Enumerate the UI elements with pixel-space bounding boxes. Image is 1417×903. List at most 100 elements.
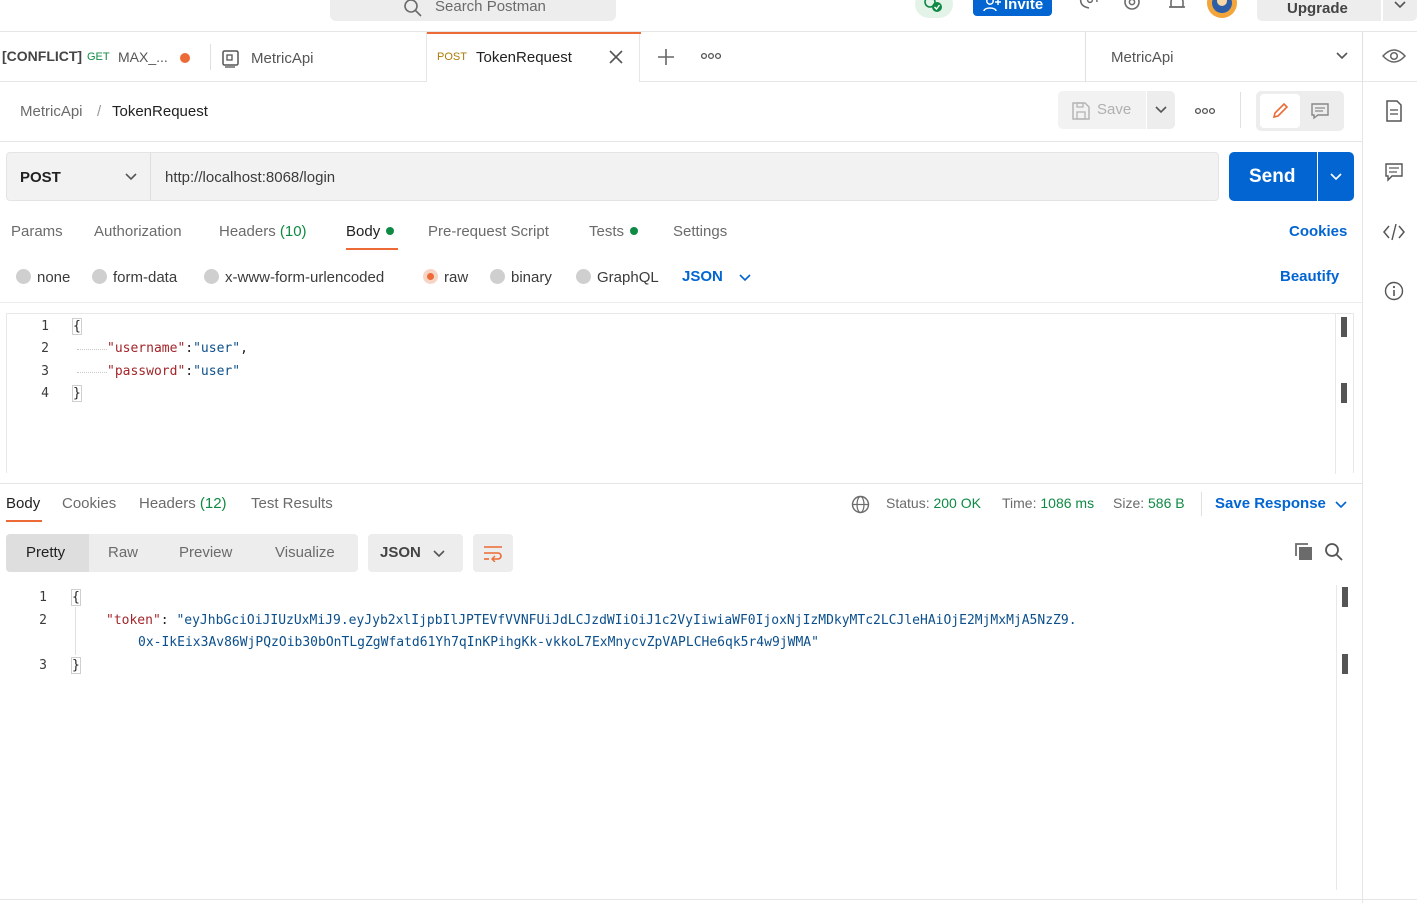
scrollbar-thumb[interactable] xyxy=(1342,587,1348,607)
code-brace: } xyxy=(71,657,81,674)
wrap-lines-button[interactable] xyxy=(473,534,513,572)
radio-binary[interactable] xyxy=(490,269,505,284)
view-visualize-button[interactable]: Visualize xyxy=(275,534,355,572)
line-number: 3 xyxy=(39,658,47,673)
more-actions-icon[interactable] xyxy=(1195,106,1215,116)
radio-raw[interactable] xyxy=(423,269,438,284)
response-format-label: JSON xyxy=(380,544,421,561)
tab-conflict-max[interactable]: [CONFLICT] GET MAX_... xyxy=(0,32,210,82)
method-select[interactable]: POST xyxy=(6,152,151,201)
wrap-lines-icon xyxy=(483,544,503,562)
radio-form-data[interactable] xyxy=(92,269,107,284)
view-preview-button[interactable]: Preview xyxy=(179,534,249,572)
tab-tests[interactable]: Tests xyxy=(589,223,639,240)
search-icon xyxy=(403,0,423,18)
view-raw-button[interactable]: Raw xyxy=(108,534,158,572)
invite-button[interactable]: Invite xyxy=(973,0,1052,16)
tab-prerequest-script[interactable]: Pre-request Script xyxy=(428,223,549,240)
scrollbar-thumb[interactable] xyxy=(1341,383,1347,403)
beautify-link[interactable]: Beautify xyxy=(1280,268,1339,285)
json-string-wrapped: 0x-IkEix3Av86WjPQzOib30bOnTLgZgWfatd61Yh… xyxy=(138,635,819,650)
active-tab-indicator xyxy=(6,520,42,522)
satellite-icon[interactable] xyxy=(1076,0,1100,14)
time-display: Time: 1086 ms xyxy=(1002,495,1094,511)
request-body-editor[interactable]: 1 2 3 4 { "username":"user", "password":… xyxy=(6,313,1354,474)
radio-none[interactable] xyxy=(16,269,31,284)
tab-label: TokenRequest xyxy=(476,49,572,66)
request-tabs-bar: [CONFLICT] GET MAX_... MetricApi POST To… xyxy=(0,32,1417,82)
search-icon[interactable] xyxy=(1324,542,1344,562)
upgrade-button[interactable]: Upgrade xyxy=(1257,0,1381,21)
add-tab-icon[interactable] xyxy=(656,47,676,67)
view-pretty-button[interactable]: Pretty xyxy=(6,534,89,572)
save-button[interactable]: Save xyxy=(1058,91,1146,129)
copy-icon[interactable] xyxy=(1294,542,1314,562)
breadcrumb-current[interactable]: TokenRequest xyxy=(112,103,208,120)
comment-icon[interactable] xyxy=(1310,102,1330,120)
response-tab-body[interactable]: Body xyxy=(6,495,40,512)
save-response-button[interactable]: Save Response xyxy=(1215,495,1350,515)
active-tab-indicator xyxy=(427,32,641,34)
tab-tokenrequest[interactable]: POST TokenRequest xyxy=(426,32,641,82)
search-input[interactable]: Search Postman xyxy=(330,0,616,21)
sync-status-icon[interactable] xyxy=(915,0,953,18)
tab-params[interactable]: Params xyxy=(11,223,63,240)
tab-method-get: GET xyxy=(87,51,110,63)
code-snippet-icon[interactable] xyxy=(1383,223,1405,241)
response-tab-cookies[interactable]: Cookies xyxy=(62,495,116,512)
documentation-icon[interactable] xyxy=(1385,100,1403,122)
invite-label: Invite xyxy=(1004,0,1044,13)
info-icon[interactable] xyxy=(1384,281,1404,301)
breadcrumb-parent[interactable]: MetricApi xyxy=(20,103,83,120)
avatar[interactable] xyxy=(1207,0,1237,18)
eye-icon[interactable] xyxy=(1382,47,1406,65)
view-preview-label: Preview xyxy=(179,544,233,561)
save-icon xyxy=(1071,101,1091,121)
notifications-icon[interactable] xyxy=(1167,0,1187,14)
code-line: "password":"user" xyxy=(107,364,240,379)
json-colon: : xyxy=(160,613,169,628)
size-value: 586 B xyxy=(1148,495,1185,511)
breadcrumb-separator: / xyxy=(97,103,102,120)
save-options-dropdown[interactable] xyxy=(1147,91,1175,129)
radio-graphql[interactable] xyxy=(576,269,591,284)
bottom-divider xyxy=(0,899,1417,900)
language-select[interactable]: JSON xyxy=(682,268,757,288)
response-tab-test-results[interactable]: Test Results xyxy=(251,495,333,512)
send-button[interactable]: Send xyxy=(1229,152,1317,201)
response-tab-headers-label: Headers xyxy=(139,495,196,512)
radio-urlencoded[interactable] xyxy=(204,269,219,284)
code-line: "token": "eyJhbGciOiJIUzUxMiJ9.eyJyb2xlI… xyxy=(106,613,1077,628)
tab-body[interactable]: Body xyxy=(346,223,395,240)
tab-method-post: POST xyxy=(437,51,467,63)
globe-icon[interactable] xyxy=(851,495,870,514)
scrollbar-thumb[interactable] xyxy=(1342,654,1348,674)
environment-selector[interactable]: MetricApi xyxy=(1086,32,1362,82)
close-icon[interactable] xyxy=(608,49,624,65)
url-input[interactable]: http://localhost:8068/login xyxy=(150,152,1219,201)
scrollbar-thumb[interactable] xyxy=(1341,317,1347,337)
tab-authorization[interactable]: Authorization xyxy=(94,223,182,240)
json-string: "eyJhbGciOiJIUzUxMiJ9.eyJyb2xlIjpbIlJPTE… xyxy=(176,613,1077,628)
save-response-label: Save Response xyxy=(1215,495,1326,512)
response-tab-headers[interactable]: Headers (12) xyxy=(139,495,227,512)
more-tabs-icon[interactable] xyxy=(701,51,721,61)
cookies-link[interactable]: Cookies xyxy=(1289,223,1347,240)
response-format-select[interactable]: JSON xyxy=(368,534,463,572)
comments-icon[interactable] xyxy=(1384,162,1404,182)
response-body-viewer[interactable]: 1 2 3 { "token": "eyJhbGciOiJIUzUxMiJ9.e… xyxy=(0,585,1362,890)
send-options-dropdown[interactable] xyxy=(1318,152,1354,201)
upgrade-dropdown[interactable] xyxy=(1383,0,1417,21)
language-label: JSON xyxy=(682,268,723,285)
tab-headers[interactable]: Headers (10) xyxy=(219,223,307,240)
settings-icon[interactable] xyxy=(1121,0,1143,14)
tab-settings[interactable]: Settings xyxy=(673,223,727,240)
tab-metricapi[interactable]: MetricApi xyxy=(211,32,425,82)
edit-mode-button[interactable] xyxy=(1260,94,1300,128)
scrollbar-track xyxy=(1336,585,1337,890)
tab-tests-label: Tests xyxy=(589,223,625,240)
top-bar: Search Postman Invite Upgrade xyxy=(0,0,1417,32)
chevron-down-icon xyxy=(124,172,138,182)
breadcrumb: MetricApi / TokenRequest Save xyxy=(0,82,1362,142)
line-number: 2 xyxy=(41,341,49,356)
